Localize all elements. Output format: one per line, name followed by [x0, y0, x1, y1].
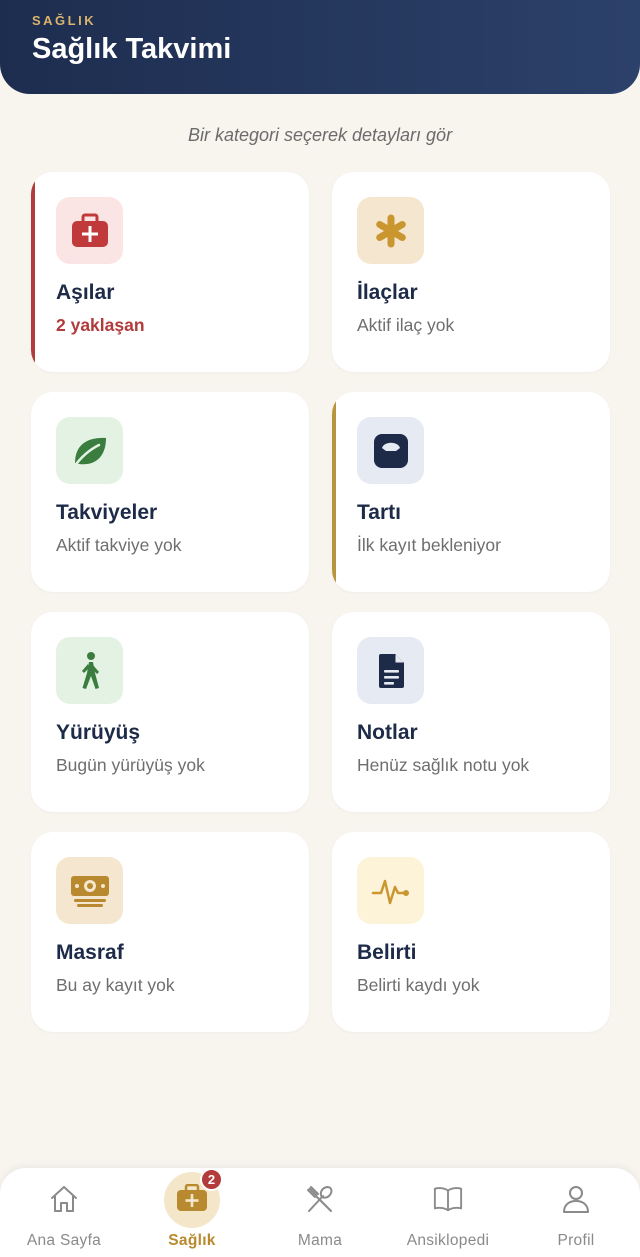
nav-label: Ansiklopedi [406, 1232, 490, 1249]
header-eyebrow: SAĞLIK [32, 13, 97, 28]
card-title: Belirti [357, 941, 417, 964]
category-card-takviyeler[interactable]: Takviyeler Aktif takviye yok [31, 392, 309, 592]
medical-kit-icon [56, 197, 123, 264]
card-subtitle: Belirti kaydı yok [357, 975, 480, 995]
nav-item-home[interactable]: Ana Sayfa [0, 1168, 128, 1257]
card-title: Masraf [56, 941, 124, 964]
scale-icon [357, 417, 424, 484]
card-subtitle: Aktif ilaç yok [357, 315, 455, 335]
page-title: Sağlık Takvimi [32, 33, 232, 65]
card-subtitle: Bu ay kayıt yok [56, 975, 175, 995]
medical-kit-icon [176, 1183, 208, 1217]
nav-item-saglik[interactable]: 2 Sağlık [128, 1168, 256, 1257]
nav-label: Mama [297, 1232, 343, 1249]
asterisk-icon [357, 197, 424, 264]
category-card-notlar[interactable]: Notlar Henüz sağlık notu yok [332, 612, 610, 812]
card-title: Aşılar [56, 281, 115, 304]
card-subtitle: Bugün yürüyüş yok [56, 755, 205, 775]
nav-item-ansiklopedi[interactable]: Ansiklopedi [384, 1168, 512, 1257]
card-accent-bar [31, 172, 35, 372]
walking-icon [56, 637, 123, 704]
user-icon [561, 1184, 591, 1214]
pulse-icon [357, 857, 424, 924]
money-icon [56, 857, 123, 924]
category-card-tarti[interactable]: Tartı İlk kayıt bekleniyor [332, 392, 610, 592]
category-card-ilaclar[interactable]: İlaçlar Aktif ilaç yok [332, 172, 610, 372]
bottom-nav: Ana Sayfa 2 Sağlık Mama Ansiklopedi Prof… [0, 1168, 640, 1257]
document-icon [357, 637, 424, 704]
card-subtitle: Aktif takviye yok [56, 535, 182, 555]
leaf-icon [56, 417, 123, 484]
card-title: Tartı [357, 501, 401, 524]
card-title: Yürüyüş [56, 721, 141, 744]
nav-item-profil[interactable]: Profil [512, 1168, 640, 1257]
utensils-icon [305, 1184, 335, 1214]
card-title: Notlar [357, 721, 418, 744]
card-subtitle: 2 yaklaşan [56, 315, 145, 335]
card-title: İlaçlar [357, 281, 418, 304]
card-subtitle: Henüz sağlık notu yok [357, 755, 530, 775]
page-header: SAĞLIK Sağlık Takvimi [0, 0, 640, 94]
notification-badge: 2 [200, 1168, 223, 1191]
nav-label: Profil [557, 1232, 595, 1249]
nav-item-mama[interactable]: Mama [256, 1168, 384, 1257]
category-card-belirti[interactable]: Belirti Belirti kaydı yok [332, 832, 610, 1032]
nav-label: Sağlık [168, 1232, 216, 1249]
category-card-masraf[interactable]: Masraf Bu ay kayıt yok [31, 832, 309, 1032]
page-subtitle: Bir kategori seçerek detayları gör [187, 125, 453, 145]
card-title: Takviyeler [56, 501, 158, 524]
home-icon [49, 1184, 79, 1214]
nav-label: Ana Sayfa [26, 1232, 102, 1249]
category-card-yuruyus[interactable]: Yürüyüş Bugün yürüyüş yok [31, 612, 309, 812]
book-icon [433, 1184, 463, 1214]
card-accent-bar [332, 392, 336, 592]
card-subtitle: İlk kayıt bekleniyor [357, 535, 501, 555]
category-card-asilar[interactable]: Aşılar 2 yaklaşan [31, 172, 309, 372]
